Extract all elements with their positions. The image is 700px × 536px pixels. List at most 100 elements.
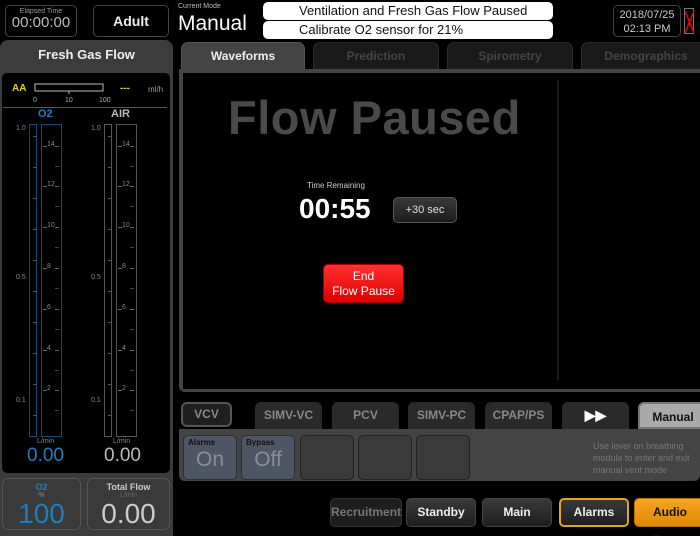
gauge-tick-label: 4: [47, 345, 51, 352]
agent-scale-tick: 0: [33, 97, 37, 104]
total-flow-card[interactable]: Total Flow L/min 0.00: [87, 478, 170, 530]
gauge-tick-mark: [55, 329, 59, 330]
time-text: 02:13 PM: [623, 23, 671, 35]
o2-percent-card[interactable]: O2 % 100: [2, 478, 81, 530]
agent-scale-tick: 100: [99, 97, 111, 104]
gauge-tick-mark: [33, 136, 37, 137]
gauge-tick-mark: [130, 410, 134, 411]
gauge-tick-label: 14: [122, 141, 130, 148]
mode-tab-pcv[interactable]: PCV: [332, 402, 399, 429]
alarms-button[interactable]: Alarms: [559, 498, 629, 527]
o2-gauge-label: O2: [38, 108, 53, 120]
gauge-tick-label: 0.5: [91, 274, 101, 281]
flow-paused-title: Flow Paused: [228, 91, 521, 144]
agent-flow-scale: [34, 83, 104, 94]
gauge-tick-mark: [108, 415, 112, 416]
gauge-tick-label: 2: [122, 385, 126, 392]
alert-message[interactable]: Ventilation and Fresh Gas Flow Paused: [263, 2, 553, 20]
empty-setting-slot: [416, 435, 470, 480]
datetime-box[interactable]: 2018/07/25 02:13 PM: [613, 5, 681, 37]
gauge-tick-mark: [130, 227, 134, 228]
gauge-tick-label: 8: [122, 263, 126, 270]
gauge-tick-mark: [55, 186, 59, 187]
tab-spirometry[interactable]: Spirometry: [447, 42, 573, 70]
gauge-tick-mark: [43, 227, 47, 228]
mode-tab-cpap-ps[interactable]: CPAP/PS: [485, 402, 552, 429]
gauge-tick-mark: [43, 309, 47, 310]
gauge-tick-mark: [55, 350, 59, 351]
o2-percent-value: 100: [18, 498, 65, 529]
patient-type-button[interactable]: Adult: [93, 5, 169, 37]
total-flow-title: Total Flow: [106, 482, 151, 492]
gauge-tick-label: 6: [47, 304, 51, 311]
gauge-tick-label: 12: [47, 181, 55, 188]
gauge-tick-mark: [118, 227, 122, 228]
more-modes-icon[interactable]: ▶▶: [562, 402, 629, 429]
gauge-tick-mark: [33, 322, 37, 323]
gauge-tick-mark: [118, 350, 122, 351]
gauge-tick-mark: [118, 309, 122, 310]
mode-tab-simv-pc[interactable]: SIMV-PC: [408, 402, 475, 429]
time-remaining-value: 00:55: [299, 193, 371, 224]
mode-tab-manual[interactable]: Manual: [638, 402, 700, 429]
gauge-tick-mark: [55, 206, 59, 207]
current-mode-value: Manual: [178, 12, 247, 35]
air-flow-value: 0.00: [104, 445, 141, 466]
gauge-tick-mark: [108, 291, 112, 292]
gauge-tick-mark: [55, 410, 59, 411]
mode-tab-simv-vc[interactable]: SIMV-VC: [255, 402, 322, 429]
gauge-tick-mark: [108, 353, 112, 354]
main-button[interactable]: Main: [482, 498, 552, 527]
alert-message[interactable]: Calibrate O2 sensor for 21%: [263, 21, 553, 39]
gauge-tick-mark: [43, 186, 47, 187]
bypass-setting-button[interactable]: Bypass Off: [241, 435, 295, 480]
gauge-tick-mark: [130, 166, 134, 167]
gauge-tick-mark: [130, 370, 134, 371]
gauge-tick-mark: [55, 268, 59, 269]
gauge-tick-mark: [33, 291, 37, 292]
end-flow-pause-button[interactable]: End Flow Pause: [323, 264, 404, 303]
tab-waveforms[interactable]: Waveforms: [181, 42, 305, 70]
empty-setting-slot: [300, 435, 354, 480]
gauge-tick-mark: [43, 146, 47, 147]
gauge-tick-label: 0.1: [16, 397, 26, 404]
gauge-tick-label: 1.0: [16, 125, 26, 132]
standby-button[interactable]: Standby: [406, 498, 476, 527]
gauge-tick-mark: [118, 146, 122, 147]
gauge-tick-label: 10: [122, 222, 130, 229]
gauge-tick-label: 10: [47, 222, 55, 229]
tab-demographics[interactable]: Demographics: [581, 42, 700, 70]
alarms-setting-value: On: [195, 448, 224, 471]
bypass-setting-label: Bypass: [246, 438, 275, 447]
gauge-tick-mark: [130, 247, 134, 248]
end-flow-pause-line2: Flow Pause: [332, 284, 395, 298]
gauge-tick-mark: [118, 268, 122, 269]
mode-tab-vcv[interactable]: VCV: [181, 402, 232, 427]
audio-pause-button[interactable]: Audio Pause: [634, 498, 700, 536]
gauge-tick-mark: [108, 229, 112, 230]
add-30-sec-button[interactable]: +30 sec: [393, 197, 457, 223]
gauge-tick-mark: [33, 229, 37, 230]
gauge-tick-mark: [33, 415, 37, 416]
battery-missing-icon: [684, 8, 695, 34]
tab-prediction[interactable]: Prediction: [313, 42, 439, 70]
gauge-tick-label: 12: [122, 181, 130, 188]
gauge-tick-label: 1.0: [91, 125, 101, 132]
manual-mode-hint: Use lever on breathing module to enter a…: [593, 441, 690, 475]
alarms-setting-button[interactable]: Alarms On: [183, 435, 237, 480]
agent-unit: ml/h: [148, 85, 164, 94]
gauge-tick-mark: [108, 198, 112, 199]
recruitment-button[interactable]: Recruitment: [330, 498, 402, 527]
fresh-gas-flow-title: Fresh Gas Flow: [38, 47, 135, 62]
gauge-tick-label: 6: [122, 304, 126, 311]
gauge-tick-mark: [43, 390, 47, 391]
gauge-tick-mark: [130, 268, 134, 269]
empty-setting-slot: [358, 435, 412, 480]
gauge-tick-mark: [108, 322, 112, 323]
flow-tube-narrow: [104, 124, 112, 437]
gauge-tick-mark: [108, 167, 112, 168]
air-gauge-label: AIR: [111, 108, 130, 120]
current-mode-label: Current Mode: [178, 3, 221, 10]
gauge-tick-mark: [130, 390, 134, 391]
gauge-tick-mark: [130, 350, 134, 351]
